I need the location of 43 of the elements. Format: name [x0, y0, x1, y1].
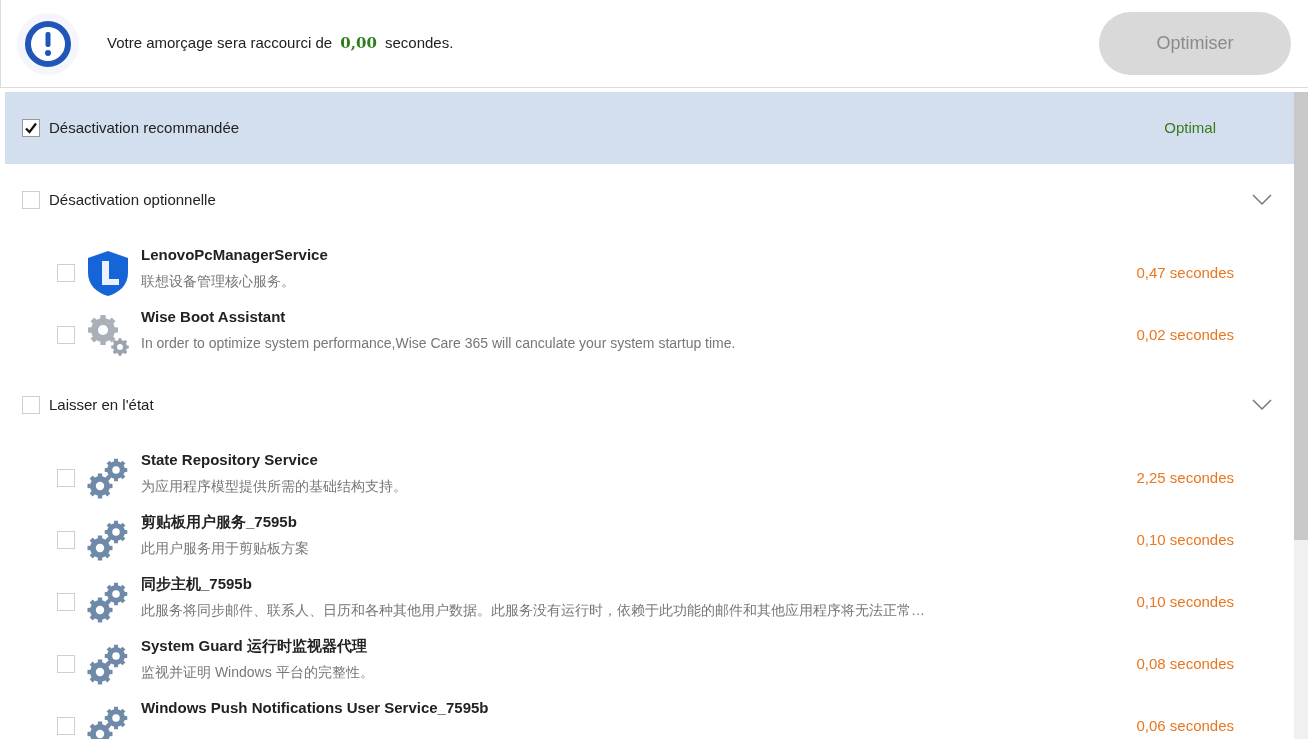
startup-time: 0,10 secondes [1136, 591, 1234, 612]
service-name: Windows Push Notifications User Service_7595b [141, 698, 490, 718]
chevron-icon[interactable] [1252, 194, 1272, 206]
checkbox[interactable] [57, 593, 75, 611]
service-name: 同步主机_7595b [141, 574, 253, 594]
boot-time-message: Votre amorçage sera raccourci de 0,00 secondes. [107, 33, 454, 55]
status-label: Optimal [1164, 117, 1216, 138]
checkbox[interactable] [57, 717, 75, 735]
service-description: 此用户服务用于剪贴板方案 [141, 539, 310, 558]
checkbox[interactable] [22, 119, 40, 137]
service-name: State Repository Service [141, 450, 319, 470]
checkbox[interactable] [57, 264, 75, 282]
scrollbar[interactable] [1294, 92, 1308, 739]
service-description: 监视并证明 Windows 平台的完整性。 [141, 663, 375, 682]
scrollbar-thumb[interactable] [1294, 92, 1308, 540]
startup-time: 0,08 secondes [1136, 653, 1234, 674]
service-description: 为应用程序模型提供所需的基础结构支持。 [141, 477, 408, 496]
startup-time: 0,02 secondes [1136, 324, 1234, 345]
startup-time: 2,25 secondes [1136, 467, 1234, 488]
group-label: Laisser en l'état [49, 394, 154, 415]
startup-time: 0,47 secondes [1136, 262, 1234, 283]
alert-icon [15, 10, 81, 77]
startup-time: 0,06 secondes [1136, 715, 1234, 736]
checkbox[interactable] [57, 326, 75, 344]
checkbox[interactable] [57, 655, 75, 673]
shield-icon [85, 249, 131, 297]
group-label: Désactivation recommandée [49, 117, 240, 138]
service-description: In order to optimize system performance,Wise Care 365 will canculate your system startup time. [141, 334, 737, 353]
chevron-icon[interactable] [1252, 399, 1272, 411]
group-header[interactable]: Désactivation recommandée Optimal [5, 92, 1294, 164]
service-description: 此服务将同步邮件、联系人、日历和各种其他用户数据。此服务没有运行时，依赖于此功能的邮件和其他应用程序将无法正常… [141, 601, 926, 620]
service-name: 剪贴板用户服务_7595b [141, 512, 298, 532]
checkbox[interactable] [22, 191, 40, 209]
service-description: 联想设备管理核心服务。 [141, 272, 296, 291]
checkbox[interactable] [57, 531, 75, 549]
service-name: Wise Boot Assistant [141, 307, 287, 327]
service-name: LenovoPcManagerService [141, 245, 329, 265]
group-label: Désactivation optionnelle [49, 189, 216, 210]
service-name: System Guard 运行时监视器代理 [141, 636, 368, 656]
checkbox[interactable] [22, 396, 40, 414]
gears-icon [85, 312, 131, 358]
startup-time: 0,10 secondes [1136, 529, 1234, 550]
checkbox[interactable] [57, 469, 75, 487]
